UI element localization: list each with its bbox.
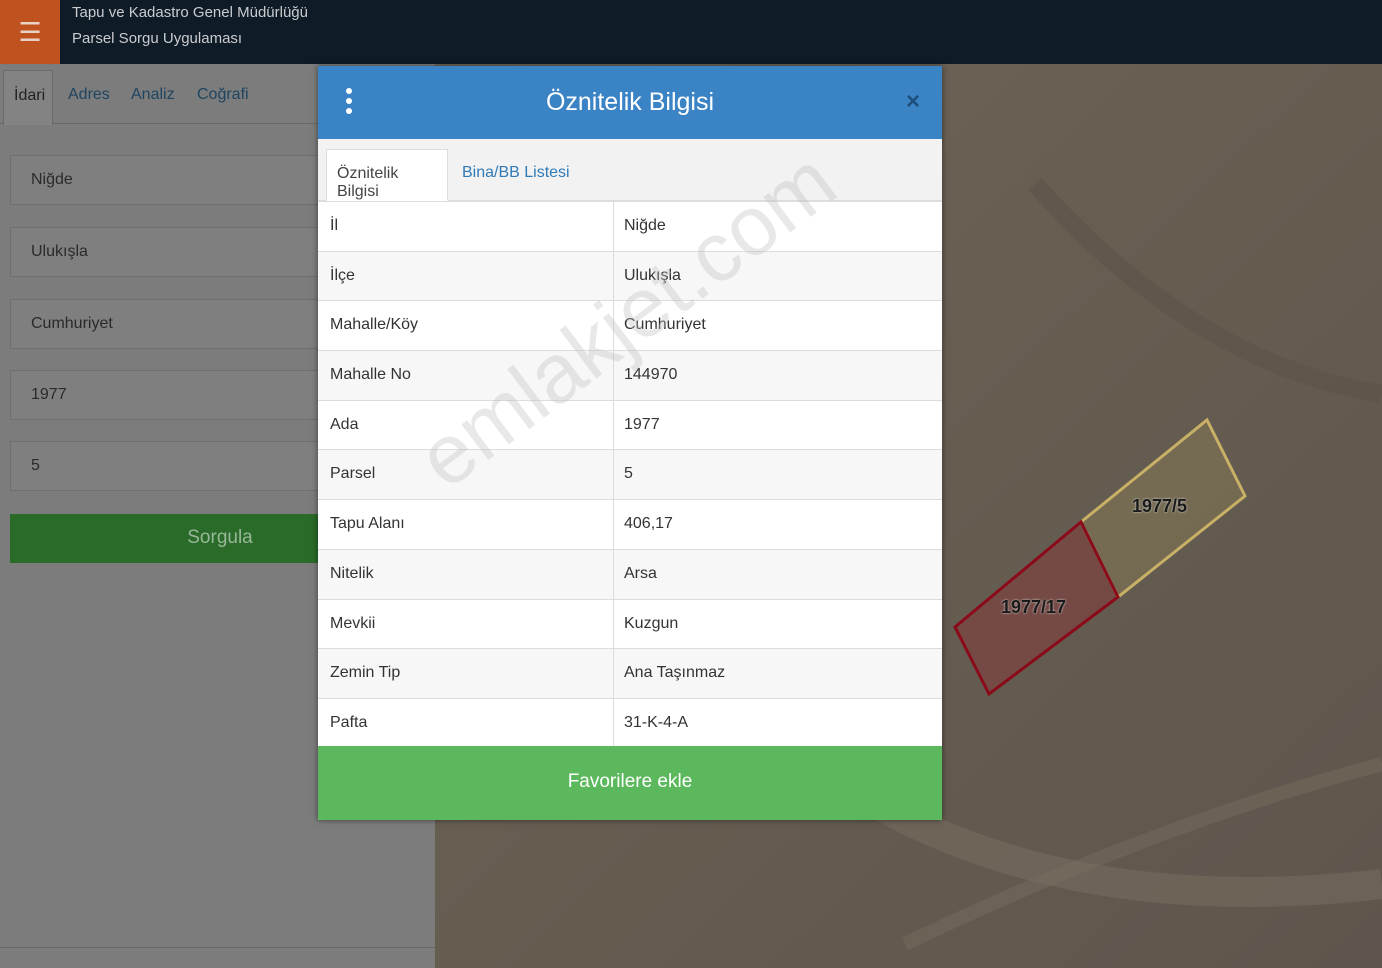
row-value: Kuzgun [624, 614, 679, 632]
row-value: Ulukışla [624, 266, 681, 284]
row-value: Ana Taşınmaz [624, 664, 726, 682]
row-key: Ada [330, 415, 359, 433]
tab-cografi[interactable]: Coğrafi [197, 86, 249, 104]
app-title: Tapu ve Kadastro Genel Müdürlüğü [72, 4, 308, 21]
row-key: Mevkii [330, 614, 376, 632]
row-value: Cumhuriyet [624, 316, 706, 334]
row-value: Niğde [624, 217, 666, 234]
tab-idari[interactable]: İdari [3, 70, 53, 125]
row-value: 31-K-4-A [624, 713, 689, 731]
dialog-title: Öznitelik Bilgisi [545, 88, 715, 116]
dialog-tabs: Öznitelik Bilgisi Bina/BB Listesi [318, 139, 942, 201]
table-row: Mevkii Kuzgun [318, 598, 942, 649]
hamburger-icon[interactable]: ☰ [0, 0, 60, 64]
tab-adres[interactable]: Adres [68, 86, 110, 104]
divider [0, 947, 435, 948]
row-value: 144970 [624, 366, 678, 384]
table-row: Parsel 5 [318, 449, 942, 500]
parcel-label-1977-5: 1977/5 [1132, 496, 1188, 516]
row-value: Arsa [624, 564, 657, 582]
table-row: Ada 1977 [318, 399, 942, 450]
row-value: 406,17 [624, 515, 673, 533]
row-key: İl [330, 217, 338, 234]
row-value: 1977 [624, 415, 660, 433]
attribute-table: İl Niğde İlçe Ulukışla Mahalle/Köy Cumhuriy… [318, 201, 942, 748]
app-header: ☰ Tapu ve Kadastro Genel Müdürlüğü Parse… [0, 0, 1382, 64]
close-icon[interactable]: × [906, 88, 920, 116]
attribute-dialog: Öznitelik Bilgisi × Öznitelik Bilgisi Bi… [318, 66, 942, 820]
tab-oznitelik-bilgisi[interactable]: Öznitelik Bilgisi [326, 149, 448, 201]
parcel-label-1977-17: 1977/17 [1001, 597, 1067, 617]
dialog-header: Öznitelik Bilgisi × [318, 66, 942, 139]
table-row: İl Niğde [318, 201, 942, 251]
row-value: 5 [624, 465, 633, 483]
tab-bina-bb-listesi[interactable]: Bina/BB Listesi [452, 149, 580, 201]
table-row: Tapu Alanı 406,17 [318, 499, 942, 549]
row-key: Mahalle/Köy [330, 316, 419, 334]
table-row: Nitelik Arsa [318, 548, 942, 599]
row-key: Pafta [330, 713, 368, 731]
table-row: İlçe Ulukışla [318, 250, 942, 301]
row-key: Tapu Alanı [330, 515, 405, 533]
add-favorite-button[interactable]: Favorilere ekle [318, 746, 942, 820]
row-key: Nitelik [330, 564, 374, 582]
tab-analiz[interactable]: Analiz [131, 86, 175, 104]
table-row: Zemin Tip Ana Taşınmaz [318, 648, 942, 698]
app-subtitle: Parsel Sorgu Uygulaması [72, 30, 243, 47]
table-row: Pafta 31-K-4-A [318, 697, 942, 748]
row-key: Mahalle No [330, 366, 411, 384]
row-key: Zemin Tip [330, 664, 401, 682]
row-key: Parsel [330, 465, 376, 483]
table-row: Mahalle/Köy Cumhuriyet [318, 300, 942, 351]
table-row: Mahalle No 144970 [318, 350, 942, 400]
row-key: İlçe [330, 266, 355, 284]
